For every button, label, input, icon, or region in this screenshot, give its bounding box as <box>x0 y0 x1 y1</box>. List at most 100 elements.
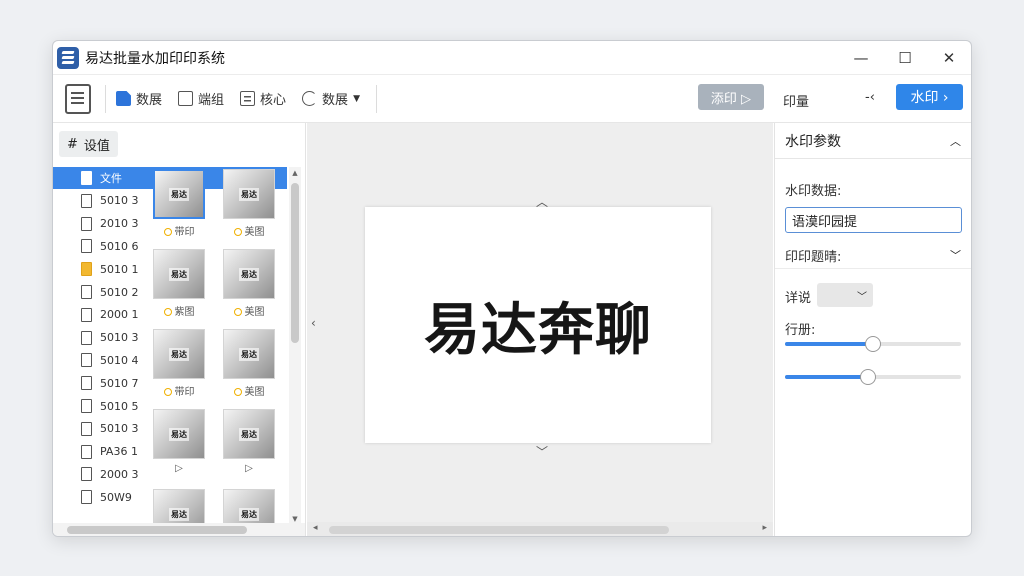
window-controls: — ☐ ✕ <box>839 41 971 75</box>
file-name: 5010 2 <box>100 285 139 299</box>
file-name: 2000 3 <box>100 467 139 481</box>
horizontal-scrollbar[interactable] <box>53 523 305 536</box>
file-list-item[interactable]: 5010 3 <box>53 327 151 349</box>
style-label: 详说 <box>785 291 812 306</box>
close-icon[interactable]: ✕ <box>927 41 971 75</box>
file-icon <box>81 399 92 413</box>
image-thumbnail[interactable]: 易达 <box>153 329 205 379</box>
maximize-icon[interactable]: ☐ <box>883 41 927 75</box>
thumbnail-caption: 美图 <box>223 303 275 318</box>
image-thumbnail[interactable]: 易达 <box>223 169 275 219</box>
file-list-item[interactable]: 5010 5 <box>53 395 151 417</box>
size-slider[interactable] <box>785 369 961 385</box>
opacity-slider[interactable] <box>785 336 961 352</box>
file-name: 50W9 <box>100 490 132 504</box>
file-icon <box>81 353 92 368</box>
settings-button[interactable]: # 设值 <box>59 131 118 157</box>
chevron-left-icon[interactable]: ‹ <box>311 316 316 330</box>
preview-scrollbar[interactable]: ◂ ▸ <box>307 522 773 536</box>
image-thumbnail[interactable]: 易达 <box>223 249 275 299</box>
file-name: 2000 1 <box>100 308 139 322</box>
file-list-item[interactable]: 5010 1 <box>53 258 151 280</box>
back-arrow-icon[interactable]: -‹ <box>865 90 875 105</box>
scroll-up-icon[interactable]: ▲ <box>289 169 301 177</box>
style-dropdown[interactable]: ﹀ <box>817 283 873 307</box>
chevron-down-icon: ▼ <box>353 93 360 104</box>
thumbnail-caption: 美图 <box>223 223 275 238</box>
file-list-item[interactable]: 5010 4 <box>53 349 151 371</box>
file-list-item[interactable]: 50W9 <box>53 486 151 508</box>
app-logo-icon <box>57 46 79 69</box>
image-thumbnail[interactable]: 易达 <box>223 409 275 459</box>
image-thumbnail[interactable]: 易达 <box>153 169 205 219</box>
watermark-text-input[interactable] <box>785 207 962 233</box>
slider-knob[interactable] <box>859 369 876 385</box>
file-blue-icon <box>116 91 131 106</box>
file-name: 5010 7 <box>100 376 139 390</box>
toolbar-data-button[interactable]: 数展 <box>116 89 162 108</box>
file-icon <box>81 421 92 436</box>
add-watermark-button[interactable]: 添印 ▷ <box>698 84 764 110</box>
file-icon <box>81 193 92 208</box>
thumbnail-caption: 带印 <box>153 223 205 238</box>
toolbar-data-dropdown[interactable]: 数展 ▼ <box>302 89 360 108</box>
scroll-thumb[interactable] <box>329 526 669 534</box>
preview-area: ︿ ‹ 易达奔聊 ﹀ ◂ ▸ <box>307 123 773 536</box>
file-list-item[interactable]: 5010 3 <box>53 418 151 440</box>
thumbnail-caption-text: 带印 <box>174 387 195 398</box>
watermark-preview-text: 易达奔聊 <box>424 297 652 363</box>
file-icon <box>81 307 92 322</box>
file-name: 文件 <box>100 172 122 185</box>
thumbnail-caption-text: ▷ <box>175 463 183 474</box>
file-list-item[interactable]: 5010 2 <box>53 281 151 303</box>
thumbnail-caption: 带印 <box>153 383 205 398</box>
scroll-right-icon[interactable]: ▸ <box>762 523 767 533</box>
scroll-thumb[interactable] <box>67 526 247 534</box>
toolbar-divider <box>105 84 106 113</box>
file-list-item[interactable]: 2010 3 <box>53 213 151 235</box>
file-list-item[interactable]: PA36 1 <box>53 441 151 463</box>
file-icon <box>81 490 92 505</box>
status-dot-icon <box>163 388 172 396</box>
thumbnail-caption: ▷ <box>153 463 205 474</box>
thumbnail-watermark: 易达 <box>169 427 189 441</box>
thumbnail-watermark: 易达 <box>169 267 189 281</box>
scroll-thumb[interactable] <box>291 183 299 343</box>
image-thumbnail[interactable]: 易达 <box>153 409 205 459</box>
scroll-left-icon[interactable]: ◂ <box>313 523 318 533</box>
watermark-button[interactable]: 水印 › <box>896 84 963 110</box>
file-icon <box>81 330 92 345</box>
thumbnail-caption-text: ▷ <box>245 463 253 474</box>
thumbnail-watermark: 易达 <box>239 347 259 361</box>
slider-knob[interactable] <box>865 336 881 352</box>
file-icon <box>81 444 92 459</box>
image-thumbnail[interactable]: 易达 <box>223 329 275 379</box>
file-list-item[interactable]: 2000 1 <box>53 304 151 326</box>
toolbar-core-button[interactable]: 核心 <box>240 89 286 108</box>
file-list-item[interactable]: 2000 3 <box>53 463 151 485</box>
chevron-down-icon[interactable]: ﹀ <box>536 443 548 460</box>
file-icon <box>81 171 92 185</box>
title-bar: 易达批量水加印印系统 — ☐ ✕ <box>53 41 971 75</box>
file-name: 5010 1 <box>100 262 139 276</box>
image-thumbnail[interactable]: 易达 <box>153 249 205 299</box>
chevron-down-icon[interactable]: ﹀ <box>950 247 961 263</box>
document-icon[interactable] <box>65 83 91 114</box>
file-list-item[interactable]: 5010 3 <box>53 190 151 212</box>
file-list-item[interactable]: 5010 6 <box>53 235 151 257</box>
position-section[interactable]: 印印题晴: ﹀ <box>775 241 971 269</box>
toolbar-group-button[interactable]: 端组 <box>178 89 224 108</box>
thumbnail-caption: ▷ <box>223 463 275 474</box>
thumbnail-watermark: 易达 <box>169 347 189 361</box>
chevron-up-icon[interactable]: ︿ <box>950 133 961 149</box>
panel-header[interactable]: 水印参数 ︿ <box>775 123 971 159</box>
preview-canvas[interactable]: 易达奔聊 <box>365 207 711 443</box>
vertical-scrollbar[interactable]: ▲ ▼ <box>289 167 301 525</box>
scroll-down-icon[interactable]: ▼ <box>289 515 301 523</box>
window-title: 易达批量水加印印系统 <box>85 50 225 67</box>
minimize-icon[interactable]: — <box>839 41 883 75</box>
file-list-item[interactable]: 5010 7 <box>53 372 151 394</box>
watermark-settings-panel: 水印参数 ︿ 水印数据: 印印题晴: ﹀ 详说 ﹀ 行册: <box>774 123 971 536</box>
file-name: 5010 3 <box>100 194 139 208</box>
file-name: 5010 4 <box>100 353 139 367</box>
